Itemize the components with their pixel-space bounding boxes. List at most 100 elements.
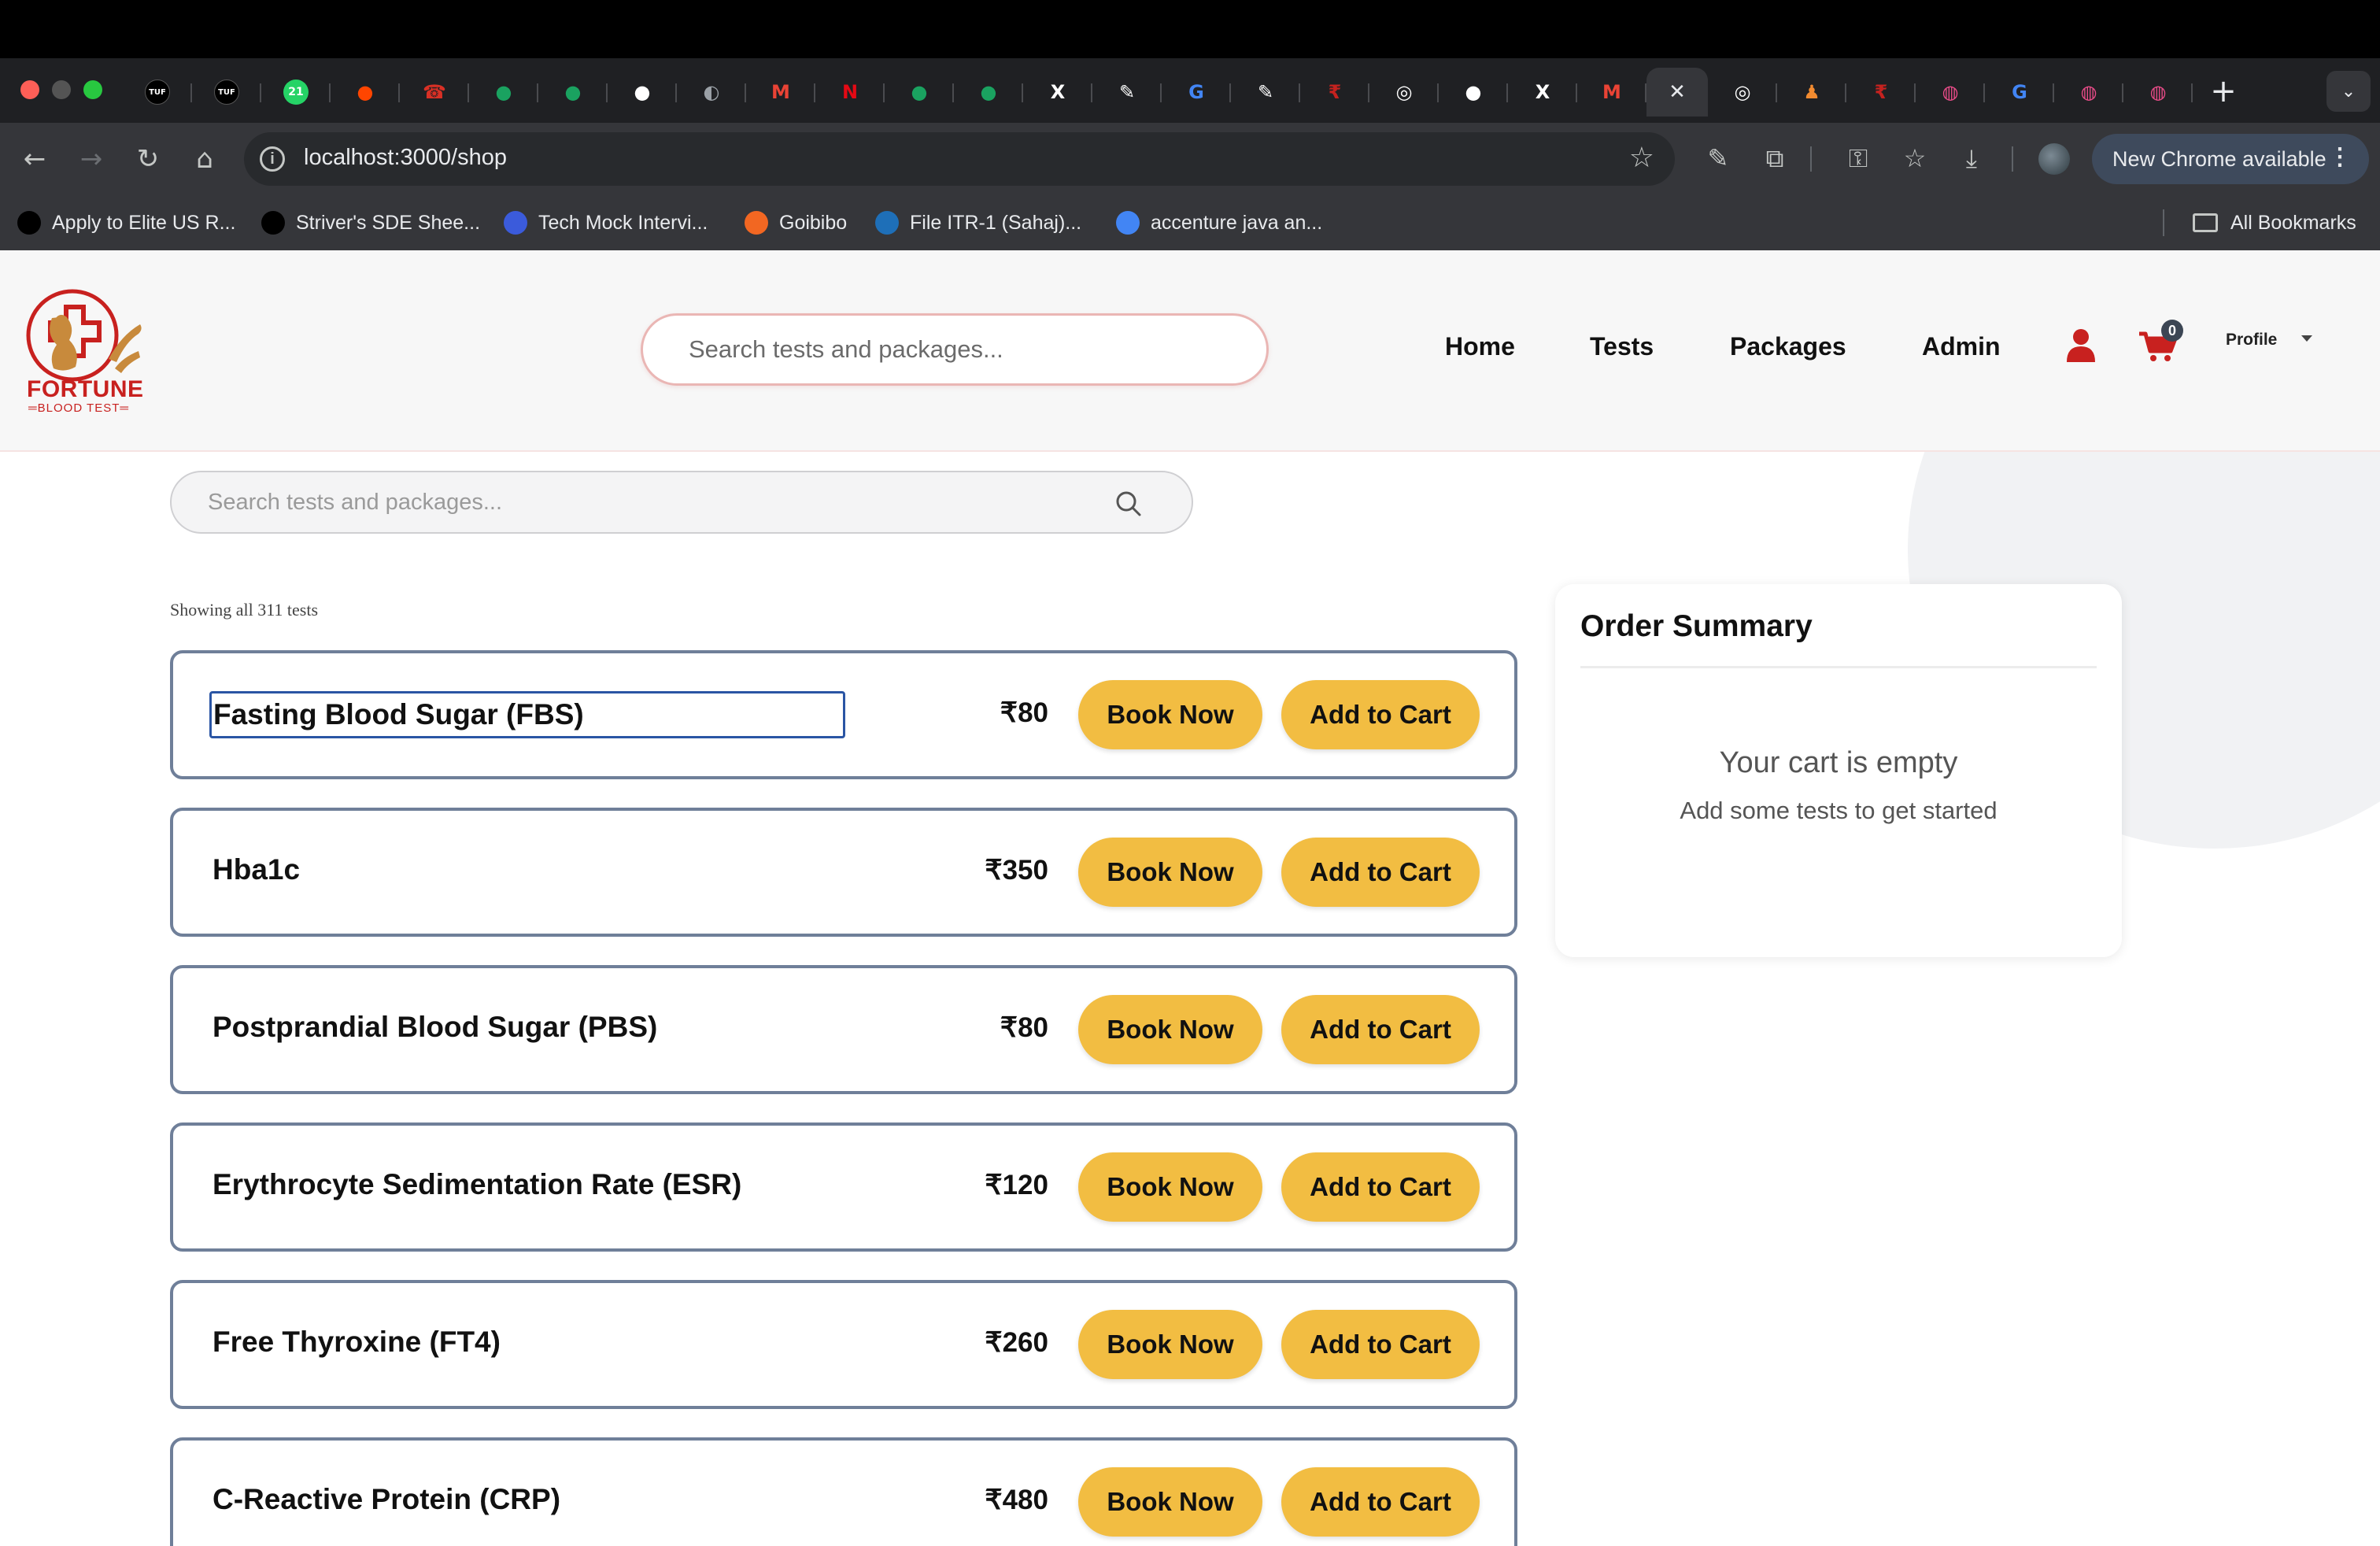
- nav-home[interactable]: Home: [1445, 332, 1515, 361]
- browser-tab[interactable]: ●: [954, 68, 1023, 117]
- book-now-button[interactable]: Book Now: [1078, 680, 1262, 749]
- add-to-cart-button[interactable]: Add to Cart: [1281, 1310, 1480, 1379]
- browser-tab[interactable]: ●: [608, 68, 677, 117]
- update-chrome-button[interactable]: New Chrome available ⋮: [2092, 134, 2369, 184]
- browser-tab[interactable]: ✎: [1092, 68, 1162, 117]
- browser-tab[interactable]: G: [1985, 68, 2054, 117]
- browser-tab[interactable]: ◍: [2054, 68, 2123, 117]
- google-icon: G: [1188, 81, 1204, 103]
- url-text[interactable]: localhost:3000/shop: [304, 145, 507, 171]
- bookmark-label: Apply to Elite US R...: [52, 211, 236, 234]
- reload-button[interactable]: ↻: [131, 142, 165, 176]
- test-name: C-Reactive Protein (CRP): [213, 1483, 561, 1515]
- bookmark-label: Goibibo: [779, 211, 848, 234]
- rupee-icon: ₹: [1328, 81, 1342, 103]
- home-button[interactable]: ⌂: [187, 142, 222, 176]
- browser-tab[interactable]: G: [1162, 68, 1231, 117]
- nav-packages[interactable]: Packages: [1730, 332, 1846, 361]
- tuf-icon: TUF: [145, 80, 170, 105]
- forward-button[interactable]: →: [74, 142, 109, 176]
- password-key-icon[interactable]: ⚿: [1840, 140, 1876, 176]
- tech-mock-icon: [504, 211, 527, 235]
- browser-tab[interactable]: ◍: [2123, 68, 2193, 117]
- browser-tab[interactable]: ✕: [1646, 68, 1708, 117]
- browser-tab[interactable]: ♟: [1777, 68, 1846, 117]
- tab-search-button[interactable]: ⌄: [2326, 71, 2371, 112]
- add-to-cart-button[interactable]: Add to Cart: [1281, 680, 1480, 749]
- browser-tab[interactable]: ◎: [1369, 68, 1439, 117]
- test-name[interactable]: Fasting Blood Sugar (FBS): [209, 691, 845, 738]
- browser-tab[interactable]: ●: [538, 68, 608, 117]
- header-search-bar[interactable]: [641, 313, 1269, 386]
- browser-tab[interactable]: ✎: [1231, 68, 1300, 117]
- browser-tab[interactable]: ◎: [1708, 68, 1777, 117]
- add-to-cart-button[interactable]: Add to Cart: [1281, 1467, 1480, 1537]
- book-now-button[interactable]: Book Now: [1078, 1467, 1262, 1537]
- browser-tab[interactable]: ●: [469, 68, 538, 117]
- user-icon[interactable]: [2065, 327, 2097, 362]
- eyedropper-icon[interactable]: ✎: [1700, 140, 1736, 176]
- shop-search-input[interactable]: [172, 472, 1100, 532]
- site-info-icon[interactable]: i: [260, 146, 285, 172]
- nav-tests[interactable]: Tests: [1590, 332, 1654, 361]
- more-menu-icon[interactable]: ⋮: [2328, 143, 2352, 171]
- update-chrome-label: New Chrome available: [2112, 146, 2326, 171]
- book-now-button[interactable]: Book Now: [1078, 995, 1262, 1064]
- bookmark-item[interactable]: Goibibo: [745, 208, 847, 238]
- browser-tab[interactable]: X: [1508, 68, 1577, 117]
- test-card: Free Thyroxine (FT4) ₹260 Book Now Add to C…: [170, 1280, 1517, 1409]
- close-window-button[interactable]: [20, 80, 39, 99]
- bookmark-item[interactable]: Striver's SDE Shee...: [261, 208, 480, 238]
- browser-tab[interactable]: ◍: [1916, 68, 1985, 117]
- test-name: Erythrocyte Sedimentation Rate (ESR): [213, 1168, 742, 1200]
- toolbar-divider: [1810, 146, 1812, 172]
- address-bar[interactable]: i localhost:3000/shop ☆: [244, 132, 1675, 186]
- bookmark-item[interactable]: Tech Mock Intervi...: [504, 208, 708, 238]
- maximize-window-button[interactable]: [83, 80, 102, 99]
- reading-list-icon[interactable]: ☆: [1897, 140, 1933, 176]
- all-bookmarks-label: All Bookmarks: [2230, 211, 2356, 234]
- browser-tab[interactable]: ●: [331, 68, 400, 117]
- search-icon[interactable]: [1113, 488, 1144, 520]
- browser-tab[interactable]: ●: [1439, 68, 1508, 117]
- bookmark-star-icon[interactable]: ☆: [1629, 142, 1654, 174]
- browser-tab[interactable]: ●: [885, 68, 954, 117]
- add-to-cart-button[interactable]: Add to Cart: [1281, 1152, 1480, 1222]
- browser-tab[interactable]: TUF: [123, 68, 192, 117]
- browser-tab[interactable]: M: [746, 68, 815, 117]
- globe-icon: ◐: [703, 81, 720, 103]
- browser-tab[interactable]: 21: [261, 68, 331, 117]
- back-button[interactable]: ←: [17, 142, 52, 176]
- nav-admin[interactable]: Admin: [1922, 332, 2001, 361]
- browser-tab[interactable]: ◐: [677, 68, 746, 117]
- bookmark-item[interactable]: Apply to Elite US R...: [17, 208, 235, 238]
- extensions-icon[interactable]: ⧉: [1757, 140, 1793, 176]
- book-now-button[interactable]: Book Now: [1078, 1152, 1262, 1222]
- browser-tab[interactable]: ₹: [1846, 68, 1916, 117]
- browser-tab[interactable]: ₹: [1300, 68, 1369, 117]
- gmail-icon: M: [1602, 81, 1621, 103]
- header-search-input[interactable]: [643, 316, 1266, 383]
- bookmark-item[interactable]: File ITR-1 (Sahaj)...: [875, 208, 1081, 238]
- browser-tab[interactable]: M: [1577, 68, 1646, 117]
- book-now-button[interactable]: Book Now: [1078, 1310, 1262, 1379]
- browser-tab[interactable]: N: [815, 68, 885, 117]
- bookmark-item[interactable]: accenture java an...: [1116, 208, 1322, 238]
- add-to-cart-button[interactable]: Add to Cart: [1281, 995, 1480, 1064]
- test-price: ₹80: [1000, 697, 1048, 728]
- add-to-cart-button[interactable]: Add to Cart: [1281, 838, 1480, 907]
- test-card: Postprandial Blood Sugar (PBS) ₹80 Book No…: [170, 965, 1517, 1094]
- browser-tab[interactable]: ☎: [400, 68, 469, 117]
- browser-tab[interactable]: TUF: [192, 68, 261, 117]
- all-bookmarks-button[interactable]: All Bookmarks: [2193, 208, 2356, 238]
- book-now-button[interactable]: Book Now: [1078, 838, 1262, 907]
- shop-search-bar[interactable]: [170, 471, 1193, 534]
- tuf-icon: [261, 211, 285, 235]
- download-icon[interactable]: ⤓: [1953, 140, 1990, 176]
- minimize-window-button[interactable]: [52, 80, 71, 99]
- profile-avatar[interactable]: [2038, 143, 2070, 175]
- caret-down-icon[interactable]: [2301, 335, 2312, 342]
- browser-tab[interactable]: X: [1023, 68, 1092, 117]
- new-tab-button[interactable]: +: [2204, 72, 2243, 112]
- profile-menu[interactable]: Profile: [2226, 331, 2277, 350]
